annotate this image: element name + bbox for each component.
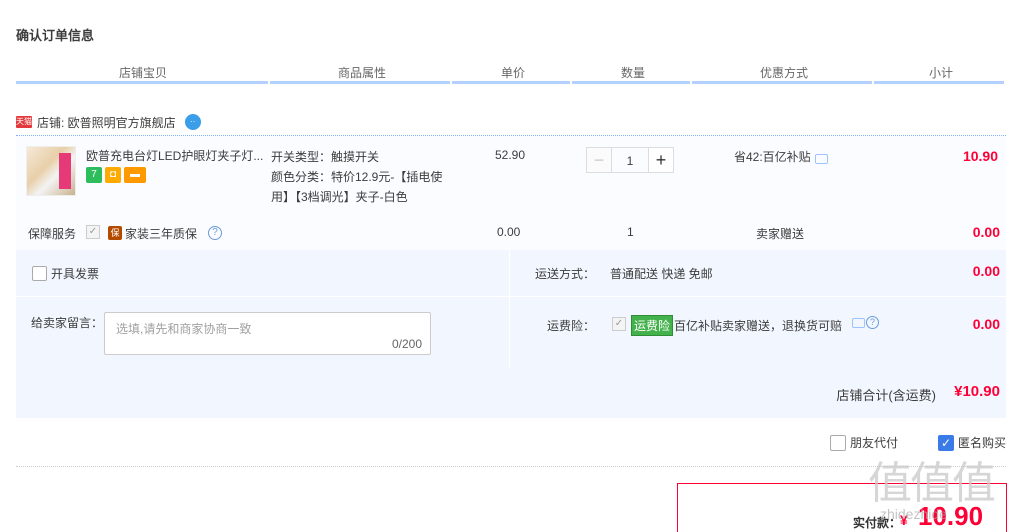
note-label: 给卖家留言： (31, 316, 104, 330)
guarantee-label: 保障服务 (28, 227, 77, 241)
service-icons: 7 ◘ ▬ (86, 167, 146, 183)
insurance-label: 运费险： (547, 319, 596, 333)
guarantee-checkbox[interactable]: ✓ (86, 225, 100, 239)
col-shop-item: 店铺宝贝 (16, 64, 270, 84)
col-unit-price: 单价 (454, 64, 572, 84)
qty-plus-button[interactable]: + (648, 147, 674, 173)
insurance-checkbox[interactable]: ✓ (612, 317, 626, 331)
friend-pay-checkbox[interactable] (830, 434, 846, 451)
seven-day-return-icon: 7 (86, 167, 102, 183)
item-subtotal: 10.90 (962, 148, 998, 164)
guarantee-text: 家装三年质保 (125, 227, 198, 241)
product-thumbnail[interactable] (26, 146, 76, 196)
order-options: 开具发票 给卖家留言： 选填,请先和商家协商一致 0/200 运送方式： 普通配… (16, 250, 1006, 367)
shipping-method: 普通配送 快递 免邮 (610, 267, 713, 281)
shop-total-label: 店铺合计(含运费) (836, 388, 936, 403)
note-char-count: 0/200 (391, 337, 422, 351)
note-placeholder: 选填,请先和商家协商一致 (116, 322, 252, 336)
invoice-checkbox[interactable] (32, 266, 47, 281)
message-icon[interactable] (814, 153, 828, 164)
message-icon[interactable] (852, 318, 865, 328)
guarantee-badge-icon: 保 (108, 226, 122, 240)
help-icon[interactable]: ? (866, 316, 879, 329)
watermark: 值值值 (868, 458, 996, 509)
col-discount: 优惠方式 (694, 64, 874, 84)
shop-total-value: ¥10.90 (954, 383, 1000, 400)
product-attributes: 开关类型：触摸开关 颜色分类：特价12.9元-【插电使用】【3档调光】夹子-白色 (271, 147, 456, 207)
insurance-text: 百亿补贴卖家赠送，退换货可赔 (674, 319, 843, 333)
insurance-icons: ? (852, 316, 879, 329)
guarantee-row: 保障服务 ✓ 保 家装三年质保 ? 0.00 1 卖家赠送 0.00 (16, 223, 1006, 247)
shipping-price: 0.00 (972, 263, 1000, 279)
item-row: 欧普充电台灯LED护眼灯夹子灯... 7 ◘ ▬ 开关类型：触摸开关 颜色分类：… (16, 136, 1006, 250)
product-title-link[interactable]: 欧普充电台灯LED护眼灯夹子灯... (86, 148, 266, 164)
card-payment-icon: ▬ (124, 167, 146, 183)
insurance-price: 0.00 (972, 316, 1000, 332)
attr-switch-type: 开关类型：触摸开关 (271, 150, 380, 164)
guarantee-subtotal: 0.00 (972, 224, 1000, 240)
watermark-sub: zhidezhide (880, 506, 947, 522)
chat-icon[interactable]: ·· (184, 114, 201, 130)
col-subtotal: 小计 (876, 64, 1006, 84)
quantity-stepper: − 1 + (586, 147, 674, 173)
invoice-label: 开具发票 (51, 267, 100, 281)
unit-price: 52.90 (495, 148, 526, 162)
seller-note-textarea[interactable]: 选填,请先和商家协商一致 0/200 (104, 312, 431, 355)
help-icon[interactable]: ? (208, 226, 222, 240)
divider (16, 466, 1006, 467)
discount-info: 省42:百亿补贴 (734, 148, 828, 165)
attr-color: 颜色分类：特价12.9元-【插电使用】【3档调光】夹子-白色 (271, 170, 443, 204)
tmall-icon: 天猫 (16, 116, 32, 128)
col-quantity: 数量 (574, 64, 692, 84)
invoice-option[interactable]: 开具发票 (32, 265, 99, 282)
shipping-label: 运送方式： (535, 267, 596, 281)
qty-minus-button[interactable]: − (586, 147, 612, 173)
order-box: 欧普充电台灯LED护眼灯夹子灯... 7 ◘ ▬ 开关类型：触摸开关 颜色分类：… (16, 135, 1006, 418)
guarantee-price: 0.00 (497, 225, 521, 239)
shop-total-row: 店铺合计(含运费) ¥10.90 (16, 367, 1006, 418)
shop-name-link[interactable]: 店铺: 欧普照明官方旗舰店 (37, 114, 176, 131)
discount-text: 省42:百亿补贴 (734, 150, 811, 164)
col-attributes: 商品属性 (272, 64, 452, 84)
shop-line: 天猫 店铺: 欧普照明官方旗舰店 ·· (16, 112, 201, 132)
guarantee-icon: ◘ (105, 167, 121, 183)
column-header: 店铺宝贝 商品属性 单价 数量 优惠方式 小计 (16, 60, 1006, 84)
page-title: 确认订单信息 (16, 28, 95, 43)
insurance-tag: 运费险 (631, 315, 674, 336)
guarantee-method: 卖家赠送 (756, 227, 805, 241)
guarantee-qty: 1 (627, 225, 634, 239)
qty-input[interactable]: 1 (612, 147, 648, 173)
